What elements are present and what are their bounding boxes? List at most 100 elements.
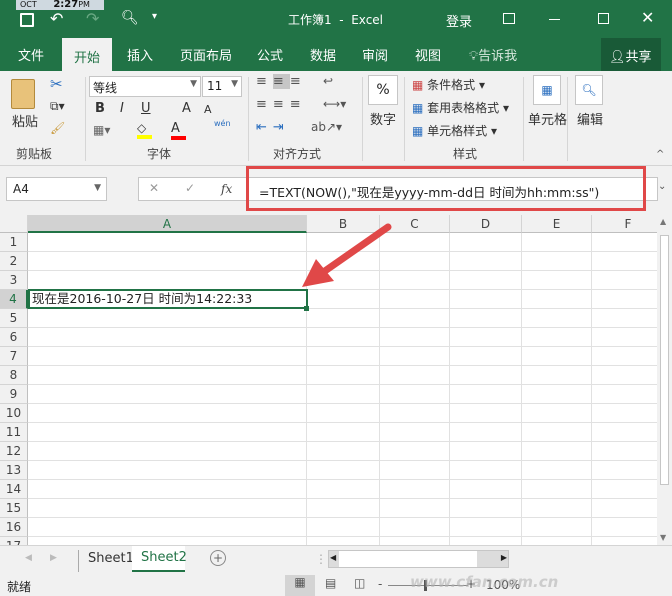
fill-color-button[interactable]: ◇ (137, 121, 152, 139)
format-painter-icon[interactable]: 🖌︎ (50, 121, 65, 135)
page-break-view-icon[interactable]: ◫ (354, 576, 365, 590)
formula-buttons: ✕ ✓ fx (138, 177, 248, 201)
row-header-17[interactable]: 17 (0, 537, 28, 545)
shrink-font-button[interactable]: A (204, 103, 212, 116)
normal-view-icon[interactable]: ▦ (285, 575, 315, 596)
fill-handle[interactable] (304, 306, 309, 311)
grow-font-button[interactable]: A (182, 101, 191, 116)
expand-formula-icon[interactable]: ⌄ (658, 181, 666, 192)
undo-icon[interactable]: ↶ (50, 9, 63, 28)
cells-button[interactable]: 单元格 (528, 109, 567, 128)
login-link[interactable]: 登录 (446, 11, 472, 30)
cut-icon[interactable]: ✂ (50, 75, 63, 93)
row-header-2[interactable]: 2 (0, 252, 28, 271)
sheet-tab-sheet2[interactable]: Sheet2 (132, 546, 187, 572)
prev-sheet-icon[interactable]: ◀ (25, 553, 32, 563)
tab-page-layout[interactable]: 页面布局 (180, 45, 232, 64)
number-format-button[interactable]: % (368, 75, 398, 105)
enter-icon[interactable]: ✓ (185, 181, 195, 195)
page-layout-view-icon[interactable]: ▤ (325, 576, 336, 590)
row-header-13[interactable]: 13 (0, 461, 28, 480)
italic-button[interactable]: I (120, 101, 124, 116)
borders-icon[interactable]: ▦▾ (93, 123, 110, 137)
maximize-button[interactable] (598, 13, 609, 24)
font-color-button[interactable]: A (171, 121, 186, 140)
tab-review[interactable]: 审阅 (362, 45, 388, 64)
row-header-3[interactable]: 3 (0, 271, 28, 290)
print-preview-icon[interactable]: 🔍︎ (121, 10, 139, 26)
row-header-11[interactable]: 11 (0, 423, 28, 442)
minimize-button[interactable] (549, 19, 560, 20)
horizontal-scroll-thumb[interactable] (339, 551, 477, 567)
vertical-align-buttons[interactable]: ≡≡≡ (256, 74, 307, 89)
row-header-10[interactable]: 10 (0, 404, 28, 423)
horizontal-scrollbar[interactable]: ◀ ▶ (328, 550, 509, 568)
row-header-16[interactable]: 16 (0, 518, 28, 537)
tab-file[interactable]: 文件 (18, 45, 44, 64)
spreadsheet-grid[interactable]: ABCDEF 1234567891011121314151617 现在是2016… (0, 215, 657, 545)
next-sheet-icon[interactable]: ▶ (50, 553, 57, 563)
format-as-table-button[interactable]: ▦ 套用表格格式 ▾ (412, 99, 509, 116)
row-header-8[interactable]: 8 (0, 366, 28, 385)
cancel-icon[interactable]: ✕ (149, 181, 159, 195)
cell-A4[interactable]: 现在是2016-10-27日 时间为14:22:33 (28, 289, 308, 309)
row-header-4[interactable]: 4 (0, 290, 28, 309)
splitter-handle[interactable]: ⋮ (315, 552, 327, 566)
table-format-icon: ▦ (412, 101, 424, 115)
person-add-icon: 👤︎ (609, 50, 626, 65)
editing-button[interactable]: 编辑 (577, 109, 603, 128)
tab-data[interactable]: 数据 (310, 45, 336, 64)
highlight-box (246, 166, 646, 211)
conditional-formatting-button[interactable]: ▦ 条件格式 ▾ (412, 76, 485, 93)
close-button[interactable]: ✕ (641, 8, 654, 27)
select-all-corner[interactable] (0, 215, 28, 233)
insert-function-button[interactable]: fx (221, 182, 232, 196)
wrap-text-icon[interactable]: ↩ (323, 74, 333, 88)
ribbon-display-icon[interactable] (503, 13, 515, 24)
phonetic-button[interactable]: wén (214, 119, 231, 128)
font-name-dropdown[interactable]: 等线 ▼ (89, 76, 201, 97)
row-header-12[interactable]: 12 (0, 442, 28, 461)
cells-icon[interactable]: ▦ (533, 75, 561, 105)
copy-icon[interactable]: ⧉▾ (50, 99, 65, 114)
indent-buttons[interactable]: ⇤⇥ (256, 120, 290, 135)
add-sheet-icon[interactable]: + (210, 550, 226, 566)
share-button[interactable]: 👤︎共享 (601, 38, 661, 71)
zoom-out-button[interactable]: - (378, 577, 382, 591)
vertical-scrollbar[interactable]: ▲ ▼ (657, 215, 672, 545)
row-header-14[interactable]: 14 (0, 480, 28, 499)
row-header-15[interactable]: 15 (0, 499, 28, 518)
row-header-9[interactable]: 9 (0, 385, 28, 404)
merge-center-icon[interactable]: ⟷▾ (323, 97, 346, 111)
sheet-tab-sheet1[interactable]: Sheet1 (88, 551, 134, 566)
paste-icon[interactable] (11, 79, 35, 109)
column-header-D[interactable]: D (450, 215, 522, 233)
row-header-6[interactable]: 6 (0, 328, 28, 347)
orientation-icon[interactable]: ab↗▾ (311, 120, 342, 134)
bold-button[interactable]: B (95, 101, 105, 116)
name-box[interactable]: A4 ▼ (6, 177, 107, 201)
column-header-A[interactable]: A (28, 215, 307, 233)
customize-qat-icon[interactable]: ▾ (152, 11, 157, 22)
redo-icon[interactable]: ↷ (86, 9, 99, 28)
font-size-value: 11 (207, 79, 223, 93)
save-icon[interactable] (20, 13, 34, 27)
tab-home[interactable]: 开始 (62, 38, 113, 71)
tab-formulas[interactable]: 公式 (257, 45, 283, 64)
paste-button[interactable]: 粘贴 (12, 111, 38, 130)
row-header-5[interactable]: 5 (0, 309, 28, 328)
column-header-E[interactable]: E (522, 215, 592, 233)
row-header-7[interactable]: 7 (0, 347, 28, 366)
underline-button[interactable]: U (141, 101, 151, 116)
collapse-ribbon-icon[interactable]: ^ (656, 149, 664, 160)
vertical-scroll-thumb[interactable] (660, 235, 669, 485)
tab-insert[interactable]: 插入 (127, 45, 153, 64)
cell-styles-button[interactable]: ▦ 单元格样式 ▾ (412, 122, 497, 139)
font-size-dropdown[interactable]: 11 ▼ (202, 76, 242, 97)
row-header-1[interactable]: 1 (0, 233, 28, 252)
horizontal-align-buttons[interactable]: ≡≡≡ (256, 97, 307, 112)
tell-me[interactable]: 💡︎告诉我 (469, 45, 517, 64)
find-icon[interactable]: 🔍︎ (575, 75, 603, 105)
tab-view[interactable]: 视图 (415, 45, 441, 64)
column-header-F[interactable]: F (592, 215, 657, 233)
